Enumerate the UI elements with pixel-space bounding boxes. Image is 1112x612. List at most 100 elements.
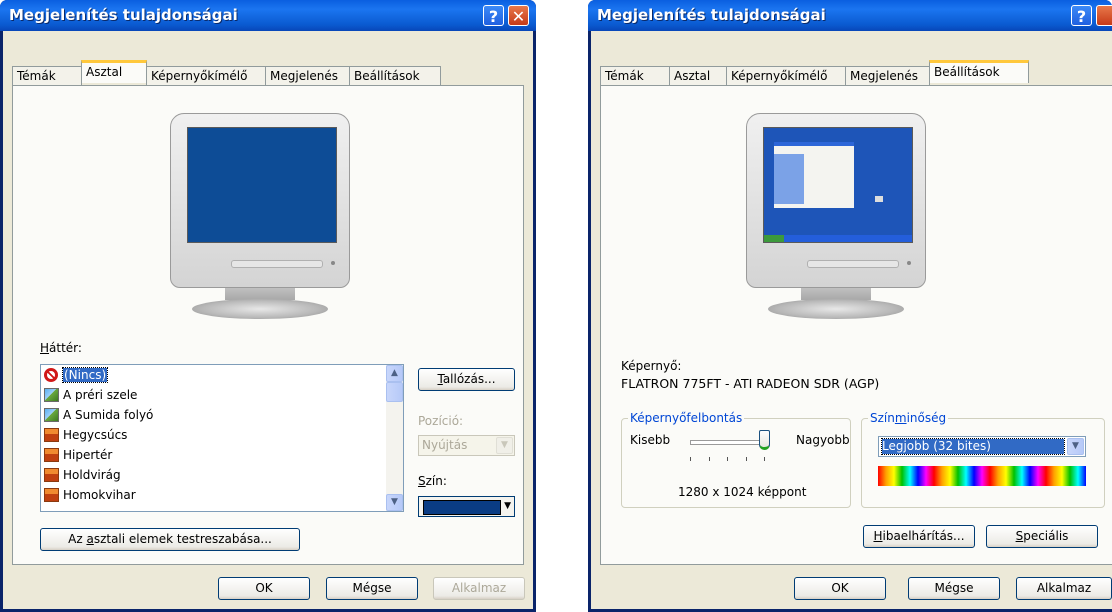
monitor-frame <box>170 113 350 288</box>
background-list-items: (Nincs) A préri szele A Sumida folyó Hegycs… <box>41 365 403 505</box>
monitor-screen <box>187 127 337 243</box>
monitor-preview <box>746 113 926 325</box>
help-button[interactable]: ? <box>483 5 504 26</box>
monitor-stand <box>768 299 904 319</box>
customize-desktop-button[interactable]: Az asztali elemek testreszabása... <box>40 528 300 551</box>
background-item-label: Holdvirág <box>63 468 121 482</box>
color-label-rest: zín: <box>425 474 447 488</box>
background-label: Háttér: <box>40 341 82 355</box>
troubleshoot-button[interactable]: Hibaelhárítás... <box>863 525 975 548</box>
color-quality-select[interactable]: Legjobb (32 bites) ▼ <box>878 436 1086 457</box>
tab-asztal[interactable]: Asztal <box>669 66 727 85</box>
position-select: Nyújtás ▼ <box>418 435 515 456</box>
vertical-scrollbar[interactable]: ▲ ▼ <box>386 365 403 511</box>
resolution-more-label: Nagyobb <box>796 433 850 447</box>
ok-button[interactable]: OK <box>218 577 310 600</box>
close-button[interactable] <box>1096 5 1112 26</box>
monitor-frame <box>746 113 926 288</box>
mini-window-sidebar <box>774 154 804 204</box>
monitor-slot <box>231 260 323 268</box>
tab-beallitasok[interactable]: Beállítások <box>349 66 441 85</box>
browse-rest: allózás... <box>442 372 496 386</box>
tab-megjelenes[interactable]: Megjelenés <box>845 66 930 85</box>
desktop-tab-panel: Háttér: (Nincs) A préri szele A Sumida fol… <box>12 85 524 565</box>
scroll-thumb[interactable] <box>386 382 403 402</box>
title-bar[interactable]: Megjelenítés tulajdonságai ? ✕ <box>0 0 536 31</box>
color-picker-button[interactable]: ▼ <box>418 496 515 517</box>
tab-temak[interactable]: Témák <box>600 66 670 85</box>
monitor-slot <box>807 260 899 268</box>
tab-megjelenes[interactable]: Megjelenés <box>265 66 350 85</box>
resolution-slider-thumb[interactable] <box>759 430 770 450</box>
close-button[interactable]: ✕ <box>508 5 529 26</box>
color-quality-group-title: Színminőség <box>868 411 949 425</box>
help-icon: ? <box>1076 7 1087 26</box>
background-item-label: Hegycsúcs <box>63 428 128 442</box>
title-bar[interactable]: Megjelenítés tulajdonságai ? <box>588 0 1112 31</box>
background-item-label: Homokvihar <box>63 488 136 502</box>
position-value: Nyújtás <box>422 438 468 452</box>
background-item-label: A préri szele <box>63 388 138 402</box>
mini-start-button <box>764 235 784 242</box>
slider-tick <box>690 457 691 461</box>
customize-pre: Az <box>68 532 87 546</box>
background-label-rest: áttér: <box>49 341 82 355</box>
bitmap-icon <box>44 448 59 462</box>
scroll-up-button[interactable]: ▲ <box>386 365 403 382</box>
resolution-slider-track <box>690 440 766 445</box>
color-quality-group: Színminőség Legjobb (32 bites) ▼ <box>861 411 1105 508</box>
color-label-key: S <box>418 474 426 488</box>
background-list-item[interactable]: A préri szele <box>41 385 403 405</box>
background-list-item[interactable]: Homokvihar <box>41 485 403 505</box>
background-list-item[interactable]: (Nincs) <box>41 365 403 385</box>
customize-rest: sztali elemek testreszabása... <box>93 532 272 546</box>
background-list-item[interactable]: A Sumida folyó <box>41 405 403 425</box>
mini-window <box>774 142 854 208</box>
color-label: Szín: <box>418 474 447 488</box>
background-list[interactable]: (Nincs) A préri szele A Sumida folyó Hegycs… <box>40 364 404 512</box>
window-title: Megjelenítés tulajdonságai <box>9 6 238 24</box>
apply-button: Alkalmaz <box>433 577 525 600</box>
mini-taskbar <box>764 235 912 242</box>
help-button[interactable]: ? <box>1071 5 1092 26</box>
background-list-item[interactable]: Holdvirág <box>41 465 403 485</box>
close-icon: ✕ <box>511 7 526 26</box>
picture-icon <box>44 408 59 422</box>
slider-tick <box>745 457 747 461</box>
color-group-pre: Szín <box>870 411 895 425</box>
slider-tick <box>764 457 765 461</box>
tab-asztal[interactable]: Asztal <box>81 60 147 83</box>
monitor-stand <box>192 299 328 319</box>
picture-icon <box>44 388 59 402</box>
monitor-led <box>907 261 911 265</box>
browse-button[interactable]: Tallózás... <box>418 368 515 391</box>
advanced-rest: peciális <box>1023 529 1069 543</box>
tab-beallitasok[interactable]: Beállítások <box>929 60 1029 83</box>
ok-button[interactable]: OK <box>794 577 886 600</box>
cancel-button[interactable]: Mégse <box>908 577 1000 600</box>
background-list-item[interactable]: Hegycsúcs <box>41 425 403 445</box>
background-item-label: (Nincs) <box>61 367 109 383</box>
background-list-item[interactable]: Hipertér <box>41 445 403 465</box>
monitor-preview <box>170 113 350 325</box>
scroll-down-button[interactable]: ▼ <box>386 494 403 511</box>
tab-temak[interactable]: Témák <box>12 66 82 85</box>
troubleshoot-key: H <box>873 529 883 543</box>
bitmap-icon <box>44 488 59 502</box>
background-label-key: H <box>40 341 50 355</box>
monitor-screen <box>763 127 913 243</box>
display-value: FLATRON 775FT - ATI RADEON SDR (AGP) <box>621 376 880 391</box>
bitmap-icon <box>44 468 59 482</box>
apply-button[interactable]: Alkalmaz <box>1016 577 1112 600</box>
none-icon <box>44 368 58 382</box>
window-title: Megjelenítés tulajdonságai <box>597 6 826 24</box>
troubleshoot-rest: ibaelhárítás... <box>882 529 965 543</box>
color-swatch <box>423 500 501 515</box>
tab-kepernyokimelo[interactable]: Képernyőkímélő <box>146 66 266 85</box>
display-properties-dialog-settings: Megjelenítés tulajdonságai ? Témák Aszta… <box>588 0 1112 612</box>
chevron-down-icon: ▼ <box>496 437 513 454</box>
background-item-label: A Sumida folyó <box>63 408 154 422</box>
tab-kepernyokimelo[interactable]: Képernyőkímélő <box>726 66 846 85</box>
advanced-button[interactable]: Speciális <box>986 525 1098 548</box>
cancel-button[interactable]: Mégse <box>326 577 418 600</box>
